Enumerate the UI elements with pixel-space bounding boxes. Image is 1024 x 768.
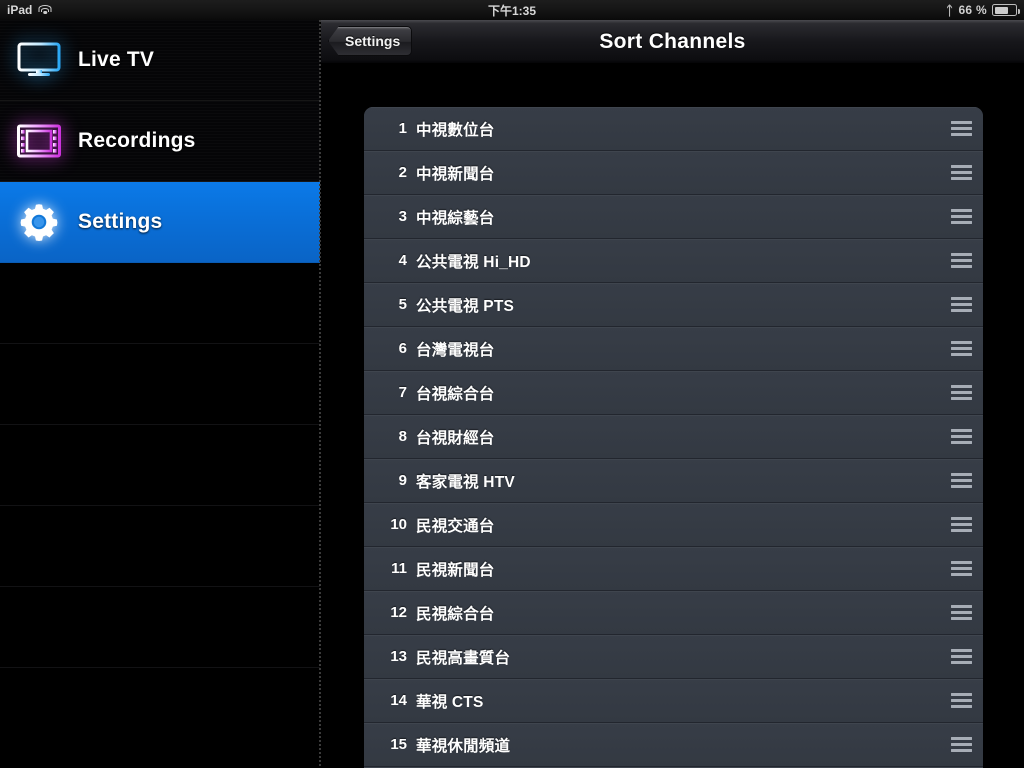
drag-handle-icon[interactable]	[939, 327, 983, 371]
drag-handle-icon[interactable]	[939, 195, 983, 239]
table-row[interactable]: 14 華視 CTS	[364, 679, 983, 723]
channel-number: 11	[391, 560, 407, 577]
drag-handle-icon[interactable]	[939, 723, 983, 767]
channel-list: 1 中視數位台 2 中視新聞台 3 中視綜藝台 4 公共電視 Hi_HD 5 公共電視 PTS 6 台…	[364, 107, 983, 768]
sidebar-item-label: Recordings	[78, 129, 196, 152]
content-pane: Settings Sort Channels 1 中視數位台 2 中視新聞台 3 中視綜藝…	[321, 20, 1024, 768]
channel-number: 14	[390, 692, 407, 709]
drag-handle-icon[interactable]	[939, 107, 983, 151]
channel-number: 1	[398, 120, 407, 137]
drag-handle-icon[interactable]	[939, 239, 983, 283]
channel-name: 客家電視 HTV	[416, 473, 515, 491]
status-bar: iPad 下午1:35 ᛏ 66 %	[0, 0, 1024, 20]
channel-name: 民視新聞台	[416, 561, 495, 579]
film-strip-icon	[0, 123, 78, 159]
drag-handle-icon[interactable]	[939, 415, 983, 459]
drag-handle-icon[interactable]	[939, 635, 983, 679]
channel-list-scroll-area[interactable]: 1 中視數位台 2 中視新聞台 3 中視綜藝台 4 公共電視 Hi_HD 5 公共電視 PTS 6 台…	[321, 64, 1024, 768]
drag-handle-icon[interactable]	[939, 503, 983, 547]
sidebar-item-live-tv[interactable]: Live TV	[0, 20, 320, 101]
channel-name: 中視綜藝台	[416, 209, 495, 227]
channel-name: 公共電視 Hi_HD	[416, 253, 531, 271]
table-row[interactable]: 4 公共電視 Hi_HD	[364, 239, 983, 283]
table-row[interactable]: 15 華視休閒頻道	[364, 723, 983, 767]
channel-name: 台灣電視台	[416, 341, 495, 359]
channel-name: 台視綜合台	[416, 385, 495, 403]
channel-name: 台視財經台	[416, 429, 495, 447]
channel-name: 公共電視 PTS	[416, 297, 515, 315]
table-row[interactable]: 11 民視新聞台	[364, 547, 983, 591]
table-row[interactable]: 13 民視高畫質台	[364, 635, 983, 679]
channel-number: 2	[398, 164, 407, 181]
battery-icon	[992, 4, 1020, 16]
status-bar-right: ᛏ 66 %	[945, 2, 1020, 18]
table-row[interactable]: 1 中視數位台	[364, 107, 983, 151]
channel-number: 13	[390, 648, 407, 665]
battery-percent-label: 66 %	[958, 3, 987, 17]
table-row[interactable]: 12 民視綜合台	[364, 591, 983, 635]
table-row[interactable]: 3 中視綜藝台	[364, 195, 983, 239]
drag-handle-icon[interactable]	[939, 283, 983, 327]
channel-name: 中視新聞台	[416, 165, 495, 183]
television-icon	[0, 41, 78, 79]
channel-name: 華視休閒頻道	[416, 737, 511, 755]
sidebar: Live TV Recordings Settings	[0, 20, 320, 768]
channel-number: 9	[398, 472, 407, 489]
drag-handle-icon[interactable]	[939, 679, 983, 723]
drag-handle-icon[interactable]	[939, 151, 983, 195]
table-row[interactable]: 10 民視交通台	[364, 503, 983, 547]
back-button-label: Settings	[345, 33, 401, 49]
channel-name: 華視 CTS	[416, 693, 484, 711]
channel-number: 4	[398, 252, 407, 269]
sidebar-item-label: Live TV	[78, 48, 155, 71]
drag-handle-icon[interactable]	[939, 459, 983, 503]
channel-name: 民視綜合台	[416, 605, 495, 623]
sidebar-item-label: Settings	[78, 210, 163, 233]
sidebar-item-recordings[interactable]: Recordings	[0, 101, 320, 182]
channel-name: 民視交通台	[416, 517, 495, 535]
sidebar-empty-row	[0, 506, 320, 587]
ipad-app-window: iPad 下午1:35 ᛏ 66 % Live TV Recordings Se…	[0, 0, 1024, 768]
channel-number: 7	[398, 384, 407, 401]
sidebar-empty-row	[0, 587, 320, 668]
channel-number: 12	[390, 604, 407, 621]
gear-icon	[0, 201, 78, 243]
status-bar-clock: 下午1:35	[487, 3, 537, 18]
channel-number: 8	[398, 428, 407, 445]
sidebar-empty-rows	[0, 263, 320, 668]
page-title: Sort Channels	[599, 29, 746, 53]
sidebar-divider	[319, 20, 321, 768]
back-button-settings[interactable]: Settings	[328, 26, 413, 56]
channel-name: 中視數位台	[416, 121, 495, 139]
drag-handle-icon[interactable]	[939, 591, 983, 635]
navigation-bar: Settings Sort Channels	[321, 20, 1024, 64]
channel-name: 民視高畫質台	[416, 649, 511, 667]
channel-number: 15	[390, 736, 407, 753]
table-row[interactable]: 9 客家電視 HTV	[364, 459, 983, 503]
drag-handle-icon[interactable]	[939, 547, 983, 591]
bluetooth-icon: ᛏ	[945, 2, 954, 18]
channel-number: 10	[390, 516, 407, 533]
drag-handle-icon[interactable]	[939, 371, 983, 415]
sidebar-empty-row	[0, 263, 320, 344]
table-row[interactable]: 6 台灣電視台	[364, 327, 983, 371]
table-row[interactable]: 7 台視綜合台	[364, 371, 983, 415]
channel-number: 5	[398, 296, 407, 313]
sidebar-empty-row	[0, 425, 320, 506]
channel-number: 3	[398, 208, 407, 225]
sidebar-item-settings[interactable]: Settings	[0, 182, 320, 263]
table-row[interactable]: 2 中視新聞台	[364, 151, 983, 195]
sidebar-empty-row	[0, 344, 320, 425]
table-row[interactable]: 8 台視財經台	[364, 415, 983, 459]
table-row[interactable]: 5 公共電視 PTS	[364, 283, 983, 327]
channel-number: 6	[398, 340, 407, 357]
